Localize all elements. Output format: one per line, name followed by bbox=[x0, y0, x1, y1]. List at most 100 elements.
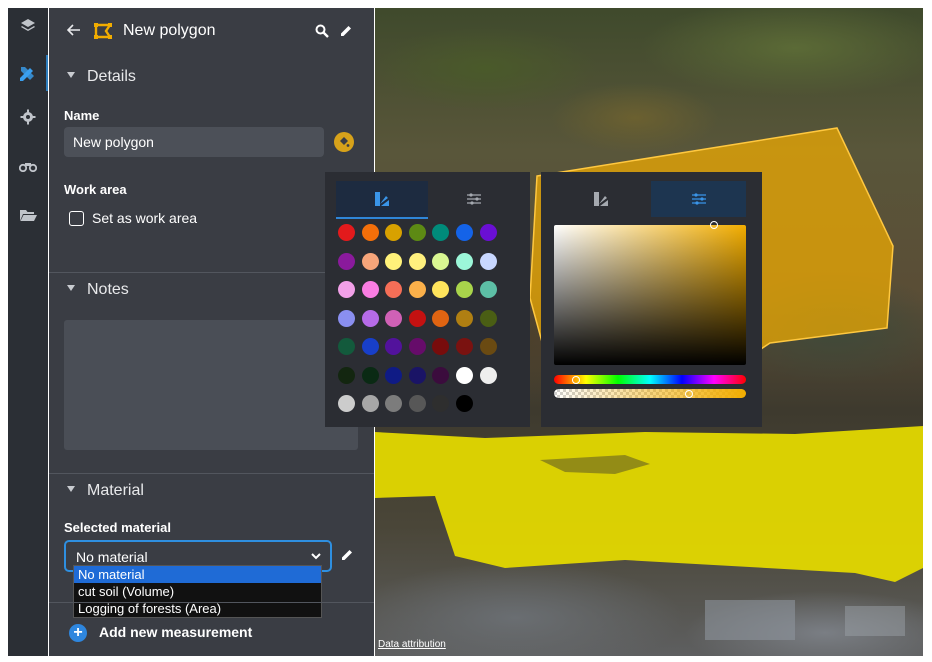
details-section-title: Details bbox=[87, 68, 136, 85]
divider bbox=[49, 473, 374, 474]
color-swatch[interactable] bbox=[456, 366, 473, 384]
color-swatch[interactable] bbox=[456, 395, 473, 412]
color-swatch[interactable] bbox=[408, 224, 426, 241]
material-section-title: Material bbox=[87, 482, 144, 499]
set-work-area-label[interactable]: Set as work area bbox=[92, 210, 197, 226]
color-swatch[interactable] bbox=[479, 366, 497, 384]
color-swatch[interactable] bbox=[456, 252, 473, 270]
layers-button[interactable] bbox=[8, 8, 48, 44]
color-swatch[interactable] bbox=[408, 309, 426, 327]
color-swatch[interactable] bbox=[385, 395, 403, 412]
color-swatch[interactable] bbox=[408, 252, 426, 270]
edit-pencil-icon[interactable] bbox=[339, 24, 353, 38]
color-picker-button[interactable] bbox=[334, 132, 354, 152]
color-swatch[interactable] bbox=[432, 309, 450, 327]
color-swatch[interactable] bbox=[479, 281, 497, 298]
material-option[interactable]: cut soil (Volume) bbox=[74, 583, 321, 600]
name-input[interactable]: New polygon bbox=[64, 127, 324, 157]
layers-icon bbox=[21, 19, 35, 31]
notes-textarea[interactable] bbox=[64, 320, 358, 450]
color-swatch[interactable] bbox=[361, 224, 379, 241]
selected-material-label: Selected material bbox=[64, 520, 171, 535]
gear-icon bbox=[20, 109, 36, 125]
tab-sliders[interactable] bbox=[651, 181, 746, 217]
saturation-value-area[interactable] bbox=[554, 221, 746, 365]
color-swatch[interactable] bbox=[456, 224, 473, 241]
pencil-ruler-icon bbox=[20, 67, 34, 81]
sliders-icon bbox=[467, 193, 481, 205]
color-swatch[interactable] bbox=[479, 224, 497, 241]
material-option[interactable]: No material bbox=[74, 566, 321, 583]
color-swatch[interactable] bbox=[385, 224, 403, 241]
color-swatch[interactable] bbox=[385, 281, 403, 298]
color-swatch[interactable] bbox=[385, 338, 403, 355]
color-swatch[interactable] bbox=[479, 338, 497, 355]
color-swatch[interactable] bbox=[456, 281, 473, 298]
details-section-toggle[interactable]: Details bbox=[67, 68, 136, 86]
color-swatch[interactable] bbox=[338, 224, 355, 241]
edit-material-icon[interactable] bbox=[340, 548, 354, 562]
panel-title: New polygon bbox=[123, 22, 216, 39]
tab-sliders[interactable] bbox=[428, 181, 520, 217]
color-swatch[interactable] bbox=[361, 281, 379, 298]
back-arrow-icon[interactable] bbox=[67, 24, 81, 36]
material-select-value: No material bbox=[76, 549, 148, 565]
color-swatch[interactable] bbox=[456, 338, 473, 355]
yellow-area-polygon[interactable] bbox=[375, 426, 923, 582]
color-swatch[interactable] bbox=[338, 252, 355, 270]
color-swatch[interactable] bbox=[408, 338, 426, 355]
color-swatch[interactable] bbox=[456, 309, 473, 327]
alpha-slider[interactable] bbox=[554, 389, 746, 398]
zoom-to-icon[interactable] bbox=[315, 24, 329, 38]
folder-open-icon bbox=[19, 210, 37, 221]
color-swatch[interactable] bbox=[432, 281, 450, 298]
color-swatch[interactable] bbox=[432, 395, 450, 412]
tab-palette[interactable] bbox=[551, 181, 651, 217]
color-swatch[interactable] bbox=[338, 395, 355, 412]
material-section-toggle[interactable]: Material bbox=[67, 482, 144, 500]
color-swatch[interactable] bbox=[338, 281, 355, 298]
color-swatch[interactable] bbox=[479, 252, 497, 270]
alpha-handle[interactable] bbox=[685, 389, 693, 398]
panel-header: New polygon bbox=[49, 8, 374, 54]
open-files-button[interactable] bbox=[8, 197, 48, 233]
color-swatch[interactable] bbox=[361, 309, 379, 327]
color-swatch[interactable] bbox=[479, 309, 497, 327]
color-swatch[interactable] bbox=[408, 281, 426, 298]
settings-button[interactable] bbox=[8, 99, 48, 135]
color-swatch[interactable] bbox=[361, 252, 379, 270]
notes-section-toggle[interactable]: Notes bbox=[67, 281, 129, 299]
color-swatch[interactable] bbox=[432, 252, 450, 270]
color-swatch[interactable] bbox=[385, 309, 403, 327]
name-label: Name bbox=[64, 108, 100, 123]
set-work-area-checkbox[interactable] bbox=[69, 211, 84, 226]
data-attribution-link[interactable]: Data attribution bbox=[378, 639, 446, 650]
color-swatch[interactable] bbox=[338, 366, 355, 384]
saturation-handle[interactable] bbox=[710, 221, 718, 229]
color-swatch[interactable] bbox=[432, 224, 450, 241]
hue-slider[interactable] bbox=[554, 375, 746, 384]
chevron-down-icon bbox=[67, 71, 75, 78]
tab-palette[interactable] bbox=[336, 181, 428, 219]
plus-icon: + bbox=[69, 624, 87, 642]
color-swatch[interactable] bbox=[361, 366, 379, 384]
app-window: Data attribution New polygon Details Nam… bbox=[0, 0, 932, 662]
palette-icon bbox=[375, 192, 389, 206]
custom-color-popup bbox=[541, 172, 762, 427]
color-swatch[interactable] bbox=[338, 309, 355, 327]
color-swatch[interactable] bbox=[385, 366, 403, 384]
color-swatch[interactable] bbox=[408, 366, 426, 384]
color-swatch[interactable] bbox=[361, 338, 379, 355]
color-swatch[interactable] bbox=[385, 252, 403, 270]
chevron-down-icon bbox=[67, 485, 75, 492]
navigation-button[interactable] bbox=[8, 148, 48, 184]
notes-section-title: Notes bbox=[87, 281, 129, 298]
color-swatch[interactable] bbox=[361, 395, 379, 412]
color-swatch[interactable] bbox=[408, 395, 426, 412]
measure-tools-button[interactable] bbox=[8, 55, 48, 91]
color-swatch[interactable] bbox=[432, 338, 450, 355]
hue-handle[interactable] bbox=[572, 375, 580, 384]
color-swatch[interactable] bbox=[338, 338, 355, 355]
work-area-label: Work area bbox=[64, 182, 127, 197]
color-swatch[interactable] bbox=[432, 366, 450, 384]
